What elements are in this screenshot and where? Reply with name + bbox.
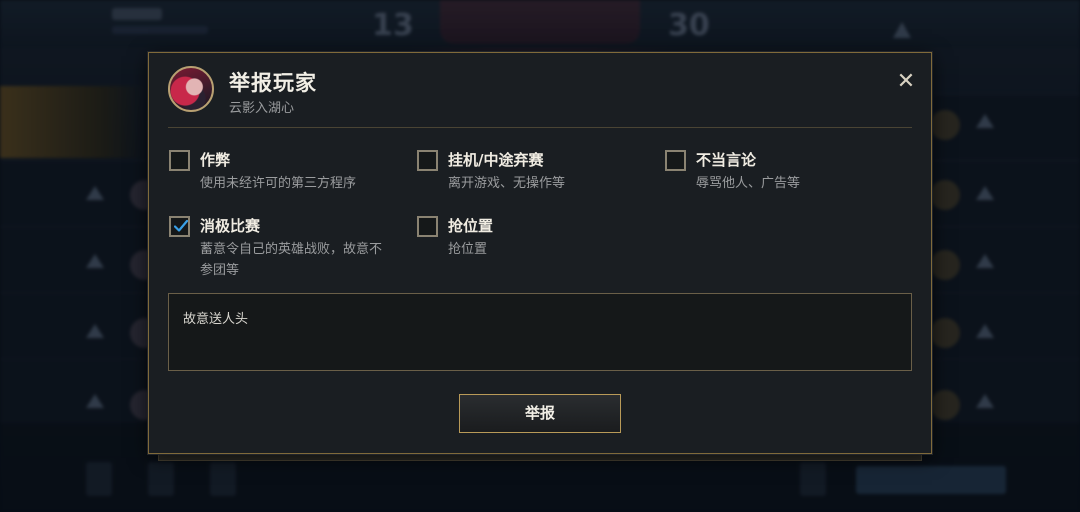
option-description: 辱骂他人、广告等 (696, 176, 801, 191)
checkbox-checked[interactable] (169, 216, 190, 237)
checkbox[interactable] (665, 150, 686, 171)
report-comment-textarea[interactable]: 故意送人头 (168, 293, 912, 371)
option-description: 抢位置 (448, 242, 488, 257)
option-label: 挂机/中途弃赛 (448, 151, 544, 169)
checkmark-icon (174, 219, 188, 232)
close-icon[interactable]: ✕ (893, 69, 919, 95)
option-description: 离开游戏、无操作等 (448, 176, 566, 191)
option-description: 蓄意令自己的英雄战败，故意不参团等 (200, 242, 383, 278)
option-label: 抢位置 (448, 217, 494, 235)
checkbox[interactable] (417, 216, 438, 237)
player-avatar (168, 66, 214, 112)
report-player-dialog: 举报玩家 云影入湖心 ✕ 作弊 使用未经许可的第三方程序 挂机/中途弃赛 离开游… (148, 52, 932, 454)
dialog-title: 举报玩家 (229, 71, 317, 95)
checkbox[interactable] (417, 150, 438, 171)
checkbox[interactable] (169, 150, 190, 171)
option-label: 不当言论 (696, 151, 757, 169)
option-description: 使用未经许可的第三方程序 (200, 176, 357, 191)
comment-text: 故意送人头 (183, 312, 249, 327)
option-label: 作弊 (200, 151, 231, 169)
option-label: 消极比赛 (200, 217, 261, 235)
reported-player-name: 云影入湖心 (229, 101, 295, 116)
divider (168, 127, 912, 128)
modal-base-strip (158, 455, 922, 461)
report-submit-button[interactable]: 举报 (459, 394, 621, 433)
